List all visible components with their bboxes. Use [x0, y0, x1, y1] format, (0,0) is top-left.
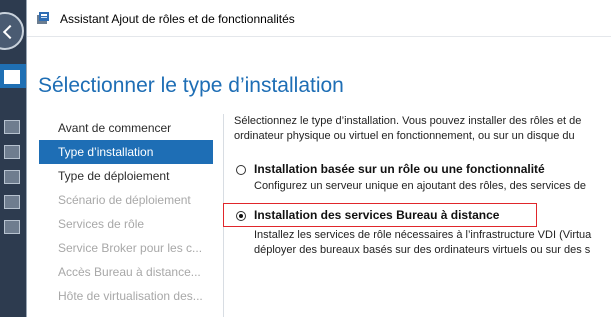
intro-text-line-1: Sélectionnez le type d’installation. Vou… [234, 115, 582, 127]
nav-item-scenario-deploiement: Scénario de déploiement [58, 193, 191, 207]
all-servers-icon[interactable] [4, 145, 20, 159]
option-role-based-label[interactable]: Installation basée sur un rôle ou une fo… [254, 162, 545, 176]
nav-item-hote-virtualisation: Hôte de virtualisation des... [58, 289, 203, 303]
nav-item-avant-de-commencer[interactable]: Avant de commencer [39, 116, 213, 140]
server-manager-icon [37, 12, 49, 24]
dashboard-icon[interactable] [4, 70, 20, 84]
nav-item-type-deploiement[interactable]: Type de déploiement [39, 164, 213, 188]
option-remote-desktop-description-2: déployer des bureaux basés sur des ordin… [254, 244, 591, 256]
remote-desktop-icon[interactable] [4, 195, 20, 209]
radio-role-based[interactable] [236, 165, 246, 175]
storage-icon[interactable] [4, 220, 20, 234]
intro-text-line-2: ordinateur physique ou virtuel en foncti… [234, 130, 575, 142]
add-roles-wizard-window: Assistant Ajout de rôles et de fonctionn… [26, 0, 611, 317]
title-bar: Assistant Ajout de rôles et de fonctionn… [27, 0, 611, 37]
page-title: Sélectionner le type d’installation [38, 74, 344, 98]
back-arrow-icon[interactable] [0, 12, 24, 50]
nav-item-service-broker: Service Broker pour les c... [58, 241, 203, 255]
nav-item-acces-bureau: Accès Bureau à distance... [58, 265, 201, 279]
option-remote-desktop-description-1: Installez les services de rôle nécessair… [254, 229, 592, 241]
local-server-icon[interactable] [4, 120, 20, 134]
window-title: Assistant Ajout de rôles et de fonctionn… [60, 12, 295, 26]
background-server-manager [0, 0, 26, 317]
content-pane: Sélectionnez le type d’installation. Vou… [234, 114, 611, 256]
nav-item-services-de-role: Services de rôle [58, 217, 145, 231]
wizard-navigation: Avant de commencer Type d’installation T… [39, 116, 213, 308]
option-role-based-description: Configurez un serveur unique en ajoutant… [254, 180, 587, 192]
file-services-icon[interactable] [4, 170, 20, 184]
highlight-annotation-box [223, 203, 537, 227]
nav-item-type-installation[interactable]: Type d’installation [39, 140, 213, 164]
